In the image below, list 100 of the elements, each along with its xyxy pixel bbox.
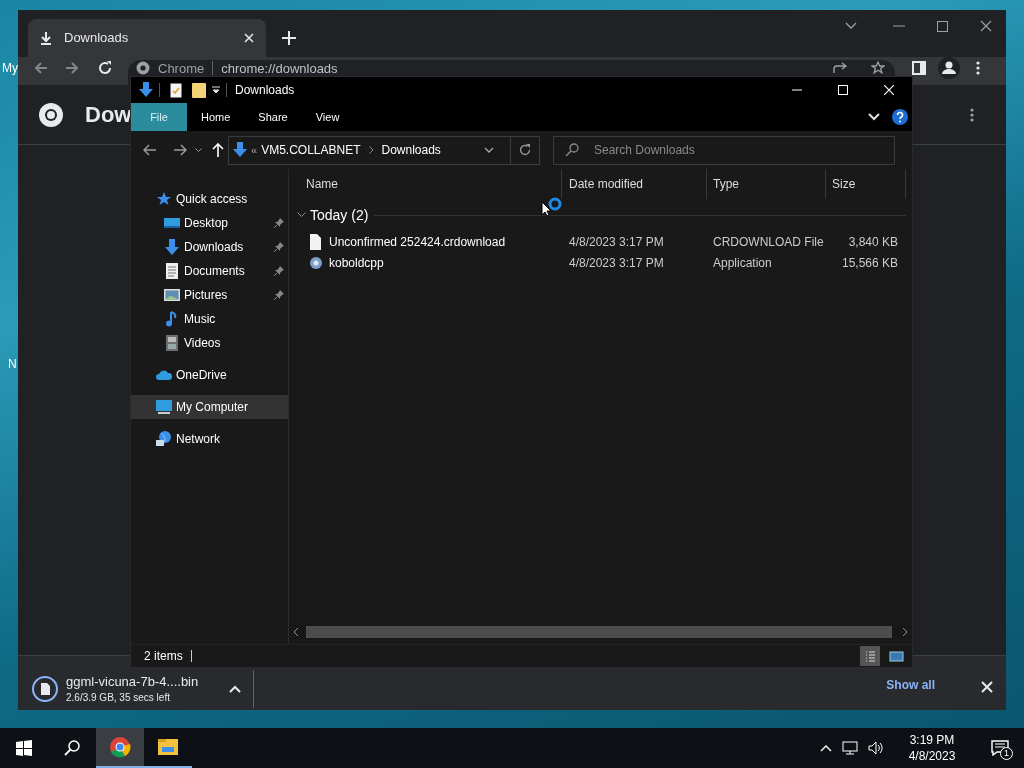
properties-icon[interactable] — [170, 82, 182, 98]
forward-icon[interactable] — [173, 144, 187, 156]
breadcrumb-item[interactable]: VM5.COLLABNET — [261, 141, 361, 159]
menu-icon[interactable] — [970, 108, 974, 122]
folder-icon — [157, 736, 179, 758]
document-icon — [164, 263, 180, 279]
film-icon — [164, 335, 180, 351]
ribbon-tab[interactable]: View — [301, 103, 354, 131]
file-progress-icon — [32, 676, 58, 702]
maximize-icon[interactable] — [937, 20, 948, 32]
download-item[interactable]: ggml-vicuna-7b-4....bin 2.6/3.9 GB, 35 secs left — [32, 670, 254, 708]
search-icon — [565, 142, 579, 157]
network-icon[interactable] — [842, 741, 858, 755]
chevron-up-icon[interactable] — [820, 744, 832, 752]
dropdown-icon[interactable] — [212, 86, 220, 94]
page-title: Dow — [85, 101, 132, 129]
nav-item[interactable]: Documents — [131, 259, 288, 283]
size-cell-text: 3,840 KB — [847, 233, 899, 251]
picture-icon — [164, 287, 180, 303]
file-name: Unconfirmed 252424.crdownload — [329, 233, 506, 251]
caret-up-icon[interactable] — [229, 685, 241, 693]
folder-icon[interactable] — [192, 82, 206, 98]
type-cell-text: Application — [712, 254, 773, 272]
profile-icon[interactable] — [938, 57, 960, 79]
date-text: 4/8/2023 — [908, 748, 956, 764]
url-text: chrome://downloads — [221, 61, 338, 76]
network-icon — [156, 431, 172, 447]
nav-item[interactable]: Pictures — [131, 283, 288, 307]
busy-ring-icon — [548, 197, 562, 211]
notification-button[interactable]: 1 — [980, 728, 1020, 768]
back-icon[interactable] — [143, 144, 157, 156]
file-icon — [309, 233, 323, 250]
item-count: 2 items — [144, 648, 183, 665]
nav-item[interactable]: Music — [131, 307, 288, 331]
clock[interactable]: 3:19 PM 4/8/2023 — [894, 732, 970, 764]
file-row[interactable]: koboldcpp 4/8/2023 3:17 PM Application 15,566 KB — [289, 252, 912, 273]
address-field[interactable]: « VM5.COLLABNET Downloads — [228, 135, 540, 165]
breadcrumb-item[interactable]: Downloads — [381, 141, 441, 159]
column-header[interactable]: Name — [289, 169, 562, 199]
desktop-icon-label[interactable]: My — [2, 59, 18, 77]
group-header[interactable]: Today (2) — [310, 204, 369, 226]
time-text: 3:19 PM — [909, 732, 955, 748]
column-header[interactable]: Type — [707, 169, 826, 199]
menu-icon[interactable] — [976, 61, 980, 75]
view-toggle-button[interactable] — [860, 646, 880, 666]
nav-item[interactable]: Downloads — [131, 235, 288, 259]
chrome-logo-icon — [38, 101, 64, 128]
chevron-down-icon[interactable] — [845, 22, 857, 30]
mouse-pointer-icon — [541, 201, 551, 217]
scroll-thumb[interactable] — [306, 626, 892, 638]
search-icon[interactable] — [64, 740, 80, 756]
forward-icon[interactable] — [65, 61, 79, 75]
star-icon[interactable] — [871, 61, 885, 74]
ribbon-tab[interactable]: Home — [187, 103, 245, 131]
download-arrow-icon — [233, 142, 247, 158]
chrome-icon — [109, 736, 131, 758]
chrome-icon — [136, 61, 150, 75]
notification-count: 1 — [1000, 747, 1013, 760]
nav-item[interactable]: Desktop — [131, 211, 288, 235]
volume-icon[interactable] — [868, 741, 884, 755]
download-arrow-icon[interactable] — [139, 82, 153, 98]
new-tab-icon[interactable] — [282, 31, 296, 45]
chat-icon — [991, 740, 1009, 756]
help-icon[interactable] — [892, 109, 908, 125]
large-icons-view-icon — [888, 648, 904, 664]
type-cell-text: CRDOWNLOAD File — [712, 233, 825, 251]
back-icon[interactable] — [34, 61, 48, 75]
site-label: Chrome — [158, 61, 205, 76]
side-panel-icon[interactable] — [912, 61, 926, 75]
nav-item[interactable]: Quick access — [131, 187, 288, 211]
nav-item[interactable]: Videos — [131, 331, 288, 355]
column-header[interactable]: Size — [826, 169, 906, 199]
chevron-down-icon[interactable] — [484, 147, 494, 153]
nav-item[interactable]: OneDrive — [131, 363, 288, 387]
size-cell-text: 15,566 KB — [840, 254, 899, 272]
breadcrumb-overflow[interactable]: « — [251, 141, 258, 159]
date-cell-text: 4/8/2023 3:17 PM — [568, 254, 665, 272]
ribbon-tab[interactable]: Share — [244, 103, 302, 131]
show-all-link[interactable]: Show all — [878, 672, 943, 698]
taskbar-app-button[interactable] — [96, 728, 144, 768]
search-field[interactable]: Search Downloads — [553, 135, 895, 165]
file-name: koboldcpp — [329, 254, 384, 272]
chevron-down-icon[interactable] — [195, 147, 202, 153]
up-icon[interactable] — [212, 143, 224, 157]
nav-item[interactable]: Network — [131, 427, 288, 451]
file-row[interactable]: Unconfirmed 252424.crdownload 4/8/2023 3:17 PM CRDOWNLOAD File 3,840 KB — [289, 231, 912, 252]
close-icon[interactable] — [980, 20, 992, 32]
nav-item[interactable]: My Computer — [131, 395, 288, 419]
refresh-icon[interactable] — [519, 144, 531, 156]
browser-tab[interactable]: Downloads — [28, 19, 266, 57]
file-name: ggml-vicuna-7b-4....bin — [66, 673, 200, 691]
column-header[interactable]: Date modified — [562, 169, 707, 199]
desktop-icon — [164, 215, 180, 231]
date-cell-text: 4/8/2023 3:17 PM — [568, 233, 665, 251]
chevron-right-icon — [368, 146, 374, 154]
star-icon — [156, 191, 172, 207]
share-icon[interactable] — [833, 62, 847, 74]
windows-start-icon[interactable] — [16, 740, 32, 756]
download-icon — [164, 239, 180, 255]
reload-icon[interactable] — [98, 61, 112, 75]
